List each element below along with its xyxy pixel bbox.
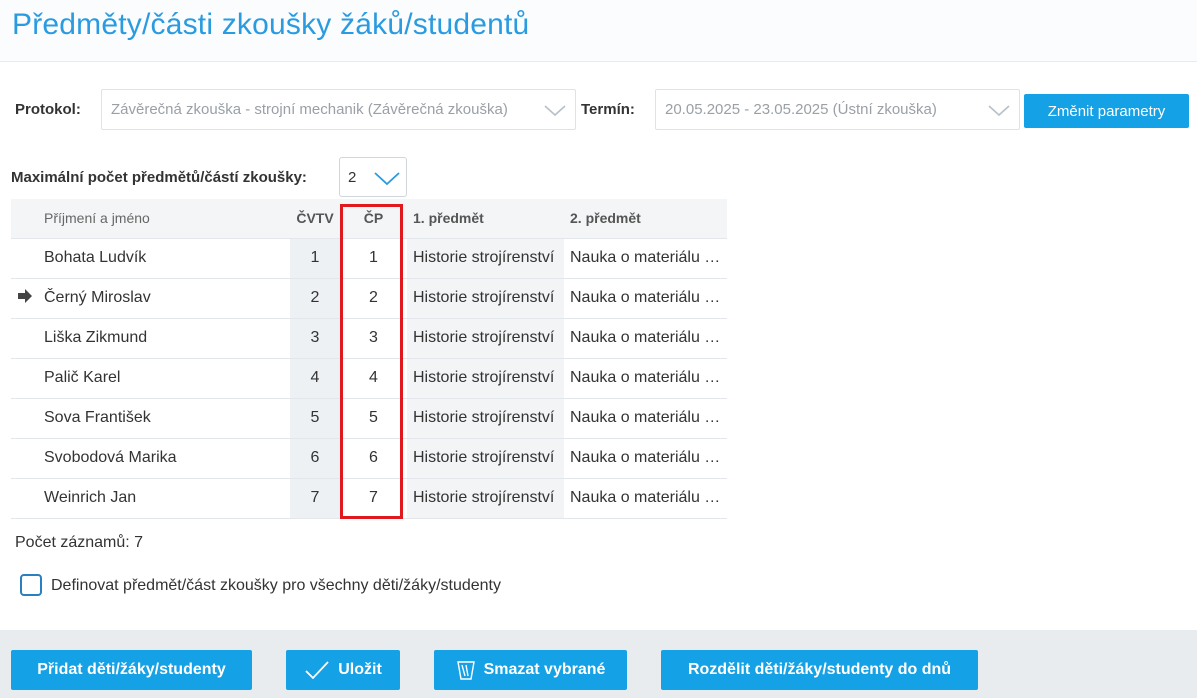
student-name-cell[interactable]: Sova František (38, 398, 290, 439)
table-row[interactable]: Svobodová Marika 6 6 Historie strojírenství… (11, 438, 727, 479)
student-name-cell[interactable]: Černý Miroslav (38, 278, 290, 319)
students-table: Příjmení a jméno ČVTV ČP 1. předmět 2. p… (11, 199, 727, 519)
subject2-cell[interactable]: Nauka o materiálu a technologie (564, 318, 727, 359)
subject1-cell[interactable]: Historie strojírenství (407, 278, 564, 319)
delete-selected-label: Smazat vybrané (483, 661, 606, 678)
subject1-cell[interactable]: Historie strojírenství (407, 358, 564, 399)
subject2-cell[interactable]: Nauka o materiálu a technologie (564, 438, 727, 479)
cp-cell[interactable]: 1 (340, 238, 407, 279)
split-into-days-label: Rozdělit děti/žáky/studenty do dnů (687, 661, 952, 678)
chevron-down-icon (374, 172, 400, 186)
term-label: Termín: (581, 101, 635, 118)
checkmark-icon (305, 661, 329, 680)
trash-icon (456, 661, 475, 680)
student-name-cell[interactable]: Palič Karel (38, 358, 290, 399)
subject2-cell[interactable]: Nauka o materiálu a technologie (564, 478, 727, 519)
row-indicator (11, 438, 38, 479)
subject2-cell[interactable]: Nauka o materiálu a technologie (564, 278, 727, 319)
table-header-row: Příjmení a jméno ČVTV ČP 1. předmět 2. p… (11, 199, 727, 239)
delete-selected-button[interactable]: Smazat vybrané (434, 650, 627, 690)
current-row-arrow-icon (17, 288, 32, 303)
table-row[interactable]: Bohata Ludvík 1 1 Historie strojírenství Nau… (11, 238, 727, 279)
page-title: Předměty/části zkoušky žáků/studentů (12, 8, 530, 41)
max-subjects-select[interactable]: 2 (339, 157, 407, 197)
row-indicator (11, 238, 38, 279)
cp-cell[interactable]: 2 (340, 278, 407, 319)
cvtv-cell[interactable]: 6 (290, 438, 340, 479)
subject2-cell[interactable]: Nauka o materiálu a technologie (564, 238, 727, 279)
record-count: Počet záznamů: 7 (15, 534, 144, 551)
subject1-cell[interactable]: Historie strojírenství (407, 438, 564, 479)
table-row[interactable]: Černý Miroslav 2 2 Historie strojírenství Na… (11, 278, 727, 319)
table-row[interactable]: Palič Karel 4 4 Historie strojírenství Nauka… (11, 358, 727, 399)
column-header-subject1[interactable]: 1. předmět (407, 199, 564, 239)
split-into-days-button[interactable]: Rozdělit děti/žáky/studenty do dnů (661, 650, 978, 690)
chevron-down-icon (544, 105, 566, 117)
cvtv-cell[interactable]: 3 (290, 318, 340, 359)
row-indicator (11, 318, 38, 359)
row-indicator (11, 358, 38, 399)
max-subjects-label: Maximální počet předmětů/částí zkoušky: (11, 169, 307, 186)
cvtv-cell[interactable]: 5 (290, 398, 340, 439)
subject2-cell[interactable]: Nauka o materiálu a technologie (564, 398, 727, 439)
table-row[interactable]: Sova František 5 5 Historie strojírenství Na… (11, 398, 727, 439)
subject1-cell[interactable]: Historie strojírenství (407, 398, 564, 439)
row-indicator (11, 398, 38, 439)
footer-toolbar: Přidat děti/žáky/studenty Uložit Smazat … (0, 630, 1197, 698)
table-row[interactable]: Liška Zikmund 3 3 Historie strojírenství Nau… (11, 318, 727, 359)
column-header-cp[interactable]: ČP (340, 199, 407, 239)
add-students-label: Přidat děti/žáky/studenty (37, 661, 226, 678)
term-value: 20.05.2025 - 23.05.2025 (Ústní zkouška) (665, 101, 937, 118)
protocol-value: Závěrečná zkouška - strojní mechanik (Zá… (111, 101, 508, 118)
define-all-label[interactable]: Definovat předmět/část zkoušky pro všech… (51, 577, 501, 595)
column-header-cvtv[interactable]: ČVTV (290, 199, 340, 239)
define-all-checkbox[interactable] (20, 574, 42, 596)
save-label: Uložit (338, 661, 382, 678)
cvtv-cell[interactable]: 2 (290, 278, 340, 319)
page-header: Předměty/části zkoušky žáků/studentů (0, 0, 1197, 62)
student-name-cell[interactable]: Weinrich Jan (38, 478, 290, 519)
cp-cell[interactable]: 3 (340, 318, 407, 359)
protocol-select[interactable]: Závěrečná zkouška - strojní mechanik (Zá… (101, 89, 576, 130)
cvtv-cell[interactable]: 4 (290, 358, 340, 399)
cp-cell[interactable]: 4 (340, 358, 407, 399)
column-header-subject2[interactable]: 2. předmět (564, 199, 727, 239)
student-name-cell[interactable]: Bohata Ludvík (38, 238, 290, 279)
row-indicator (11, 478, 38, 519)
term-select[interactable]: 20.05.2025 - 23.05.2025 (Ústní zkouška) (655, 89, 1020, 130)
max-subjects-value: 2 (348, 169, 357, 186)
add-students-button[interactable]: Přidat děti/žáky/studenty (11, 650, 252, 690)
table-row[interactable]: Weinrich Jan 7 7 Historie strojírenství Nauk… (11, 478, 727, 519)
save-button[interactable]: Uložit (286, 650, 400, 690)
row-indicator (11, 278, 38, 319)
change-parameters-button[interactable]: Změnit parametry (1024, 94, 1189, 128)
column-header-name[interactable]: Příjmení a jméno (38, 199, 290, 239)
subject1-cell[interactable]: Historie strojírenství (407, 238, 564, 279)
cp-cell[interactable]: 7 (340, 478, 407, 519)
cp-cell[interactable]: 5 (340, 398, 407, 439)
student-name-cell[interactable]: Liška Zikmund (38, 318, 290, 359)
subject1-cell[interactable]: Historie strojírenství (407, 318, 564, 359)
cvtv-cell[interactable]: 1 (290, 238, 340, 279)
protocol-label: Protokol: (15, 101, 81, 118)
subject2-cell[interactable]: Nauka o materiálu a technologie (564, 358, 727, 399)
cp-cell[interactable]: 6 (340, 438, 407, 479)
subject1-cell[interactable]: Historie strojírenství (407, 478, 564, 519)
chevron-down-icon (988, 105, 1010, 117)
student-name-cell[interactable]: Svobodová Marika (38, 438, 290, 479)
cvtv-cell[interactable]: 7 (290, 478, 340, 519)
row-indicator-header (11, 199, 38, 239)
